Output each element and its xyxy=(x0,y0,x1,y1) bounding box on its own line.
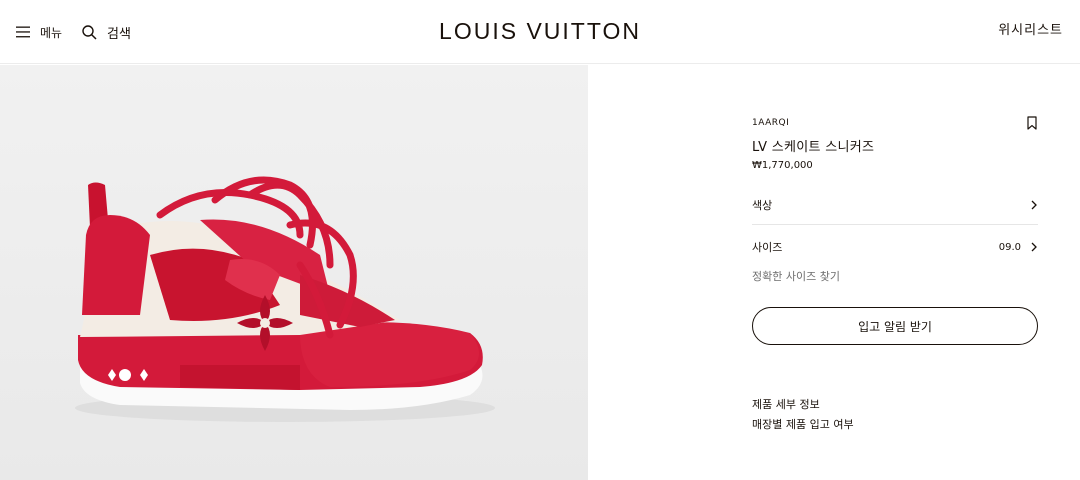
chevron-right-icon xyxy=(1031,200,1037,209)
product-sku: 1AARQI xyxy=(752,118,790,128)
color-label: 색상 xyxy=(752,198,773,212)
size-label: 사이즈 xyxy=(752,241,783,254)
wishlist-link[interactable]: 위시리스트 xyxy=(998,0,1063,64)
store-availability-link[interactable]: 매장별 제품 입고 여부 xyxy=(752,416,854,432)
size-guide-link[interactable]: 정확한 사이즈 찾기 xyxy=(752,268,840,284)
product-details-link[interactable]: 제품 세부 정보 xyxy=(752,396,820,412)
selected-size: 09.0 xyxy=(998,241,1021,253)
sneaker-illustration xyxy=(0,65,588,480)
product-panel: 1AARQI LV 스케이트 스니커즈 ₩1,770,000 색상 사이즈 09… xyxy=(588,65,1080,480)
bookmark-icon[interactable] xyxy=(1026,116,1038,130)
product-price: ₩1,770,000 xyxy=(752,160,813,171)
size-selector[interactable]: 사이즈 09.0 xyxy=(752,227,1038,267)
color-selector[interactable]: 색상 xyxy=(752,185,1038,225)
product-name: LV 스케이트 스니커즈 xyxy=(752,140,875,155)
chevron-right-icon xyxy=(1031,242,1037,252)
notify-restock-button[interactable]: 입고 알림 받기 xyxy=(752,307,1038,345)
site-header: 메뉴 검색 LOUIS VUITTON 위시리스트 xyxy=(0,0,1080,64)
brand-logo[interactable]: LOUIS VUITTON xyxy=(0,0,1080,64)
product-image xyxy=(0,65,588,480)
